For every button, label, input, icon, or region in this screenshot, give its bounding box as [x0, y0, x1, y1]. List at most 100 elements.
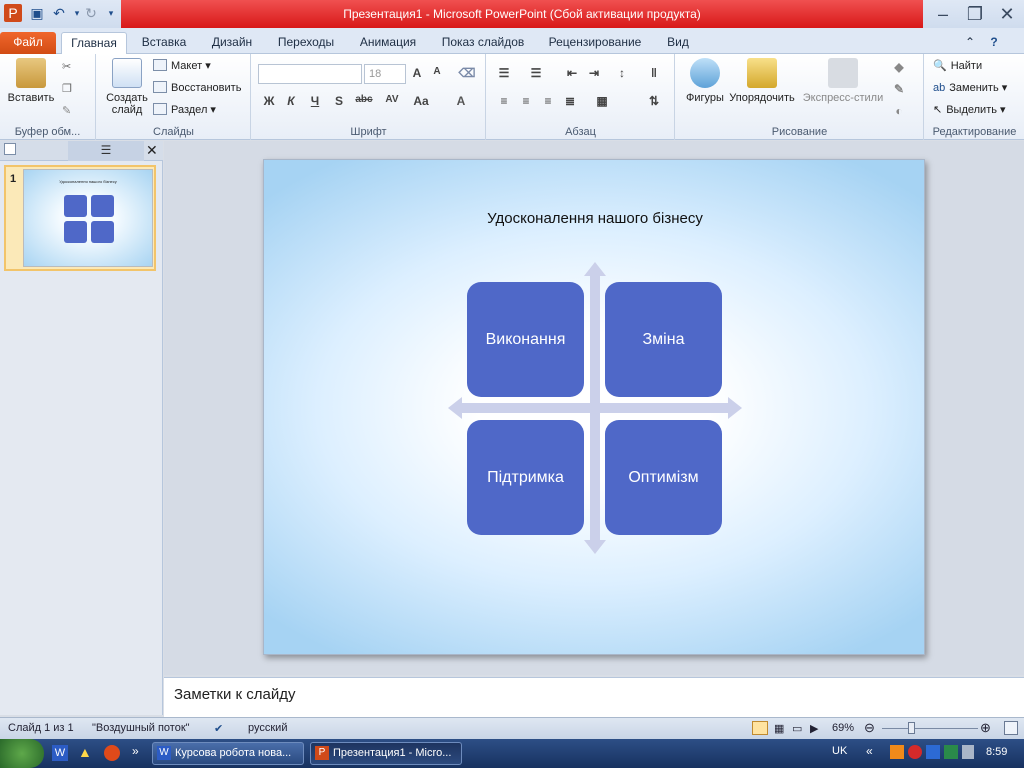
copy-icon[interactable]: ❐: [62, 82, 72, 95]
text-direction-icon[interactable]: ⇅: [645, 94, 663, 108]
network-tray-icon[interactable]: [962, 745, 974, 759]
slide-sorter-icon[interactable]: ▦: [774, 722, 784, 735]
shapes-button[interactable]: Фигуры: [680, 58, 730, 104]
download-tray-icon[interactable]: [944, 745, 958, 759]
fit-to-window-icon[interactable]: [1004, 721, 1018, 735]
diagram-box-support[interactable]: Підтримка: [467, 420, 584, 535]
outline-tab-icon[interactable]: ☰: [68, 141, 144, 161]
font-name-combo[interactable]: [258, 64, 362, 84]
reading-view-icon[interactable]: ▭: [792, 722, 802, 735]
align-right-icon[interactable]: ≡: [539, 94, 557, 108]
drive-icon[interactable]: ▲: [78, 744, 92, 760]
tab-view[interactable]: Вид: [658, 32, 698, 54]
new-slide-button[interactable]: Создать слайд: [101, 58, 153, 116]
close-pane-icon[interactable]: ✕: [146, 142, 158, 159]
diagram-box-change[interactable]: Зміна: [605, 282, 722, 397]
strikethrough-icon[interactable]: abc: [352, 94, 376, 105]
tab-review[interactable]: Рецензирование: [540, 32, 650, 54]
quicklaunch-more-icon[interactable]: »: [132, 744, 139, 758]
increase-indent-icon[interactable]: ⇥: [585, 66, 603, 80]
underline-icon[interactable]: Ч: [306, 94, 324, 108]
tab-design[interactable]: Дизайн: [202, 32, 262, 54]
close-button[interactable]: ✕: [992, 3, 1022, 25]
replace-button[interactable]: ab Заменить ▾: [933, 81, 1007, 94]
justify-icon[interactable]: ≣: [561, 94, 579, 108]
tab-slide-show[interactable]: Показ слайдов: [434, 32, 532, 54]
slide-canvas[interactable]: Удосконалення нашого бізнесу Виконання З…: [263, 159, 925, 655]
start-button[interactable]: [0, 739, 44, 768]
reset-icon: [153, 81, 167, 93]
line-spacing-icon[interactable]: ↕: [613, 66, 631, 80]
zoom-slider-track[interactable]: [882, 728, 978, 729]
minimize-ribbon-icon[interactable]: ⌃: [960, 32, 980, 54]
quick-styles-button[interactable]: Экспресс-стили: [800, 58, 886, 104]
cut-icon[interactable]: ✂: [62, 60, 71, 73]
shape-effects-icon[interactable]: ◐: [890, 104, 908, 118]
column-layout-icon[interactable]: ▦: [593, 94, 611, 108]
zoom-in-button[interactable]: ⊕: [980, 720, 991, 736]
bold-icon[interactable]: Ж: [260, 94, 278, 108]
decrease-indent-icon[interactable]: ⇤: [563, 66, 581, 80]
align-left-icon[interactable]: ≡: [495, 94, 513, 108]
taskbar-item-powerpoint[interactable]: P Презентация1 - Micro...: [310, 742, 462, 765]
zoom-level[interactable]: 69%: [832, 722, 854, 734]
opera-tray-icon[interactable]: [908, 745, 922, 759]
customize-quick-access-icon[interactable]: ▾: [102, 4, 120, 22]
tab-home[interactable]: Главная: [61, 32, 127, 54]
lv-tray-icon[interactable]: [926, 745, 940, 759]
paste-button[interactable]: Вставить: [4, 58, 58, 104]
layout-button[interactable]: Макет ▾: [153, 59, 211, 72]
tab-animations[interactable]: Анимация: [350, 32, 426, 54]
keyboard-layout[interactable]: UK: [832, 745, 847, 757]
zoom-out-button[interactable]: ⊖: [864, 720, 875, 736]
normal-view-icon[interactable]: [752, 721, 768, 735]
taskbar-item-word[interactable]: W Курсова робота нова...: [152, 742, 304, 765]
diagram-box-optimism[interactable]: Оптимізм: [605, 420, 722, 535]
change-case-icon[interactable]: Aa: [410, 94, 432, 108]
tab-insert[interactable]: Вставка: [134, 32, 194, 54]
browser-icon[interactable]: [104, 745, 120, 761]
font-group-label: Шрифт: [350, 126, 387, 138]
diagram-box-execution[interactable]: Виконання: [467, 282, 584, 397]
font-size-combo[interactable]: 18: [364, 64, 406, 84]
shape-fill-icon[interactable]: ◆: [890, 60, 908, 74]
italic-icon[interactable]: К: [282, 94, 300, 108]
maximize-button[interactable]: ❐: [960, 3, 990, 25]
undo-icon[interactable]: ↶: [50, 4, 68, 22]
word-quicklaunch-icon[interactable]: W: [52, 745, 68, 761]
reset-button[interactable]: Восстановить: [153, 81, 241, 94]
select-button[interactable]: ↖ Выделить ▾: [933, 103, 1006, 116]
arrange-button[interactable]: Упорядочить: [724, 58, 800, 104]
redo-icon[interactable]: ↻: [82, 4, 100, 22]
format-painter-icon[interactable]: ✎: [62, 104, 71, 117]
media-tray-icon[interactable]: [890, 745, 904, 759]
find-button[interactable]: 🔍 Найти: [933, 59, 982, 72]
shape-outline-icon[interactable]: ✎: [890, 82, 908, 96]
spelling-icon[interactable]: ✔: [214, 722, 223, 735]
numbering-icon[interactable]: ☰: [527, 66, 545, 80]
tab-transitions[interactable]: Переходы: [270, 32, 342, 54]
slide-show-icon[interactable]: ▶: [810, 722, 818, 735]
font-color-icon[interactable]: A: [452, 94, 470, 108]
tab-file[interactable]: Файл: [0, 32, 56, 54]
minimize-button[interactable]: –: [928, 3, 958, 25]
bullets-icon[interactable]: ☰: [495, 66, 513, 80]
grow-font-icon[interactable]: A: [408, 66, 426, 80]
slide-thumbnail[interactable]: 1 Удосконалення нашого бізнесу: [4, 165, 156, 271]
tray-expand-icon[interactable]: «: [866, 744, 873, 758]
zoom-slider-thumb[interactable]: [908, 722, 915, 734]
columns-icon[interactable]: ‖: [645, 66, 663, 80]
notes-pane[interactable]: Заметки к слайду: [164, 677, 1024, 717]
language-indicator[interactable]: русский: [248, 722, 287, 734]
shadow-icon[interactable]: S: [330, 94, 348, 108]
char-spacing-icon[interactable]: AV: [380, 94, 404, 105]
help-icon[interactable]: ?: [984, 32, 1004, 54]
powerpoint-logo-icon[interactable]: P: [4, 4, 22, 22]
save-icon[interactable]: ▣: [28, 4, 46, 22]
shrink-font-icon[interactable]: A: [428, 66, 446, 77]
clear-formatting-icon[interactable]: ⌫: [458, 66, 476, 80]
section-button[interactable]: Раздел ▾: [153, 103, 216, 116]
align-center-icon[interactable]: ≡: [517, 94, 535, 108]
group-font: 18 A A ⌫ Ж К Ч S abc AV Aa A Шрифт: [252, 54, 486, 140]
slides-tab-icon[interactable]: [4, 143, 16, 155]
